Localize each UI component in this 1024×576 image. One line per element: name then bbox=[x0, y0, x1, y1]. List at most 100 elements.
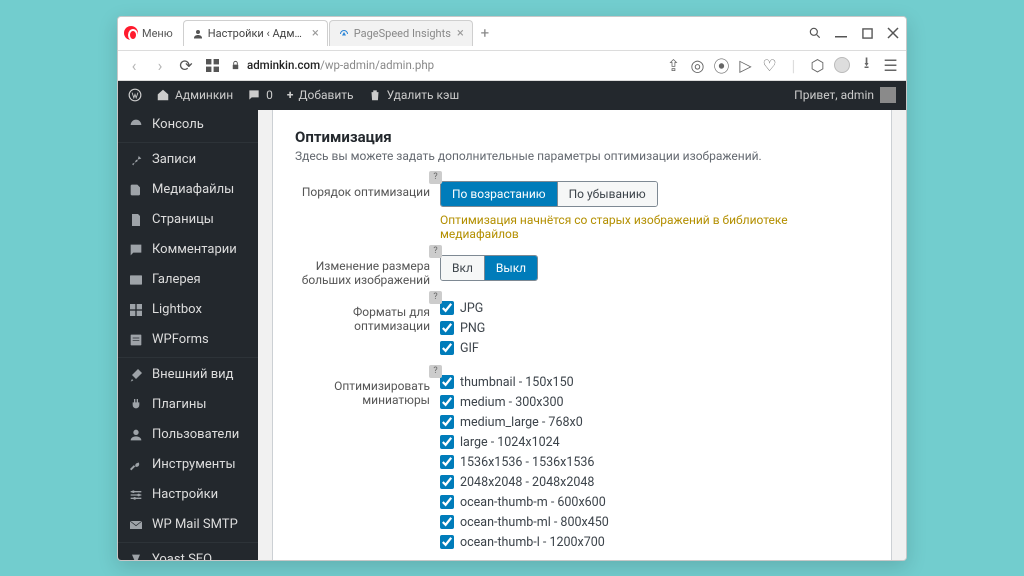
tab-title: Настройки ‹ Админкин — bbox=[208, 27, 306, 40]
minimize-icon[interactable] bbox=[834, 26, 848, 40]
add-new[interactable]: +Добавить bbox=[287, 88, 354, 102]
panel-optimization: Оптимизация Здесь вы можете задать допол… bbox=[272, 110, 892, 560]
page-icon bbox=[128, 212, 144, 228]
admin-sidebar: Консоль Записи Медиафайлы Страницы Комме… bbox=[118, 110, 258, 560]
forward-button[interactable]: › bbox=[152, 57, 168, 73]
thumb-item[interactable]: 1536x1536 - 1536x1536 bbox=[440, 455, 869, 470]
order-desc[interactable]: По убыванию bbox=[557, 182, 657, 206]
label-formats: Форматы для оптимизации? bbox=[295, 301, 440, 361]
thumb-item[interactable]: medium - 300x300 bbox=[440, 395, 869, 410]
titlebar: Меню Настройки ‹ Админкин — × PageSpeed … bbox=[118, 17, 906, 51]
back-button[interactable]: ‹ bbox=[126, 57, 142, 73]
label-resize: Изменение размера больших изображений? bbox=[295, 255, 440, 287]
thumb-item[interactable]: ocean-thumb-l - 1200x700 bbox=[440, 535, 869, 550]
menu-comments[interactable]: Комментарии bbox=[118, 235, 258, 265]
menu-tools[interactable]: Инструменты bbox=[118, 450, 258, 480]
menu-dashboard[interactable]: Консоль bbox=[118, 110, 258, 140]
comment-icon bbox=[128, 242, 144, 258]
address-bar: ‹ › ⟳ adminkin.com/wp-admin/admin.php ⇪ … bbox=[118, 51, 906, 81]
reload-button[interactable]: ⟳ bbox=[178, 57, 194, 73]
sliders-icon bbox=[128, 487, 144, 503]
gauge-icon bbox=[128, 117, 144, 133]
help-icon[interactable]: ? bbox=[429, 365, 442, 378]
play-icon[interactable]: ▷ bbox=[738, 58, 753, 73]
comments-link[interactable]: 0 bbox=[247, 88, 273, 102]
cube-icon[interactable]: ⬡ bbox=[810, 58, 825, 73]
tab-inactive[interactable]: PageSpeed Insights × bbox=[329, 20, 473, 46]
help-icon[interactable]: ? bbox=[429, 291, 442, 304]
share-icon[interactable]: ⇪ bbox=[666, 58, 681, 73]
close-window-icon[interactable] bbox=[886, 26, 900, 40]
section-title: Оптимизация bbox=[295, 128, 869, 146]
download-icon[interactable]: ⭳ bbox=[859, 58, 874, 73]
speed-icon bbox=[338, 28, 350, 40]
site-link[interactable]: Админкин bbox=[156, 88, 233, 102]
speed-dial-icon[interactable] bbox=[204, 57, 220, 73]
new-tab-button[interactable]: + bbox=[474, 22, 496, 44]
menu-lightbox[interactable]: Lightbox bbox=[118, 295, 258, 325]
wp-admin-bar: Админкин 0 +Добавить Удалить кэш Привет,… bbox=[118, 81, 906, 110]
form-icon bbox=[128, 332, 144, 348]
menu-posts[interactable]: Записи bbox=[118, 145, 258, 175]
help-icon[interactable]: ? bbox=[429, 245, 442, 258]
format-jpg[interactable]: JPG bbox=[440, 301, 869, 316]
close-icon[interactable]: × bbox=[312, 26, 319, 41]
help-icon[interactable]: ? bbox=[429, 171, 442, 184]
menu-plugins[interactable]: Плагины bbox=[118, 390, 258, 420]
thumb-item[interactable]: ocean-thumb-m - 600x600 bbox=[440, 495, 869, 510]
search-icon[interactable] bbox=[808, 26, 822, 40]
grid-icon bbox=[128, 302, 144, 318]
mail-icon bbox=[128, 517, 144, 533]
thumb-item[interactable]: medium_large - 768x0 bbox=[440, 415, 869, 430]
menu-wpmail[interactable]: WP Mail SMTP bbox=[118, 510, 258, 540]
opera-icon bbox=[124, 26, 138, 40]
plug-icon bbox=[128, 397, 144, 413]
pin-icon bbox=[128, 152, 144, 168]
thumb-item[interactable]: thumbnail - 150x150 bbox=[440, 375, 869, 390]
menu-yoast[interactable]: Yoast SEO bbox=[118, 545, 258, 560]
home-icon bbox=[156, 88, 170, 102]
shield-icon[interactable]: ⦿ bbox=[714, 58, 729, 73]
thumb-item[interactable]: large - 1024x1024 bbox=[440, 435, 869, 450]
url-field[interactable]: adminkin.com/wp-admin/admin.php bbox=[230, 58, 656, 72]
camera-icon[interactable]: ◎ bbox=[690, 58, 705, 73]
section-desc: Здесь вы можете задать дополнительные па… bbox=[295, 149, 869, 163]
media-icon bbox=[128, 182, 144, 198]
wrench-icon bbox=[128, 457, 144, 473]
resize-off[interactable]: Выкл bbox=[484, 256, 537, 280]
tab-active[interactable]: Настройки ‹ Админкин — × bbox=[183, 20, 328, 46]
resize-toggle: Вкл Выкл bbox=[440, 255, 538, 281]
brush-icon bbox=[128, 367, 144, 383]
menu-gallery[interactable]: Галерея bbox=[118, 265, 258, 295]
clear-cache[interactable]: Удалить кэш bbox=[368, 88, 460, 102]
format-png[interactable]: PNG bbox=[440, 321, 869, 336]
opera-menu[interactable]: Меню bbox=[142, 27, 173, 40]
yoast-icon bbox=[128, 552, 144, 560]
sidebar-icon[interactable]: ☰ bbox=[883, 58, 898, 73]
thumb-item[interactable]: ocean-thumb-ml - 800x450 bbox=[440, 515, 869, 530]
thumb-item[interactable]: 2048x2048 - 2048x2048 bbox=[440, 475, 869, 490]
menu-appearance[interactable]: Внешний вид bbox=[118, 360, 258, 390]
format-gif[interactable]: GIF bbox=[440, 341, 869, 356]
browser-window: Меню Настройки ‹ Админкин — × PageSpeed … bbox=[117, 16, 907, 561]
menu-pages[interactable]: Страницы bbox=[118, 205, 258, 235]
menu-users[interactable]: Пользователи bbox=[118, 420, 258, 450]
menu-wpforms[interactable]: WPForms bbox=[118, 325, 258, 355]
menu-media[interactable]: Медиафайлы bbox=[118, 175, 258, 205]
window-controls bbox=[808, 26, 900, 40]
label-order: Порядок оптимизации? bbox=[295, 181, 440, 241]
tab-title: PageSpeed Insights bbox=[354, 27, 451, 40]
avatar bbox=[880, 87, 896, 103]
resize-on[interactable]: Вкл bbox=[441, 256, 484, 280]
lock-icon bbox=[230, 60, 241, 71]
profile-icon[interactable] bbox=[834, 57, 850, 73]
wp-logo[interactable] bbox=[128, 88, 142, 102]
maximize-icon[interactable] bbox=[860, 26, 874, 40]
user-greeting[interactable]: Привет, admin bbox=[794, 87, 896, 103]
menu-settings[interactable]: Настройки bbox=[118, 480, 258, 510]
comment-icon bbox=[247, 88, 261, 102]
user-icon bbox=[128, 427, 144, 443]
order-asc[interactable]: По возрастанию bbox=[441, 182, 557, 206]
heart-icon[interactable]: ♡ bbox=[762, 58, 777, 73]
close-icon[interactable]: × bbox=[457, 26, 464, 41]
